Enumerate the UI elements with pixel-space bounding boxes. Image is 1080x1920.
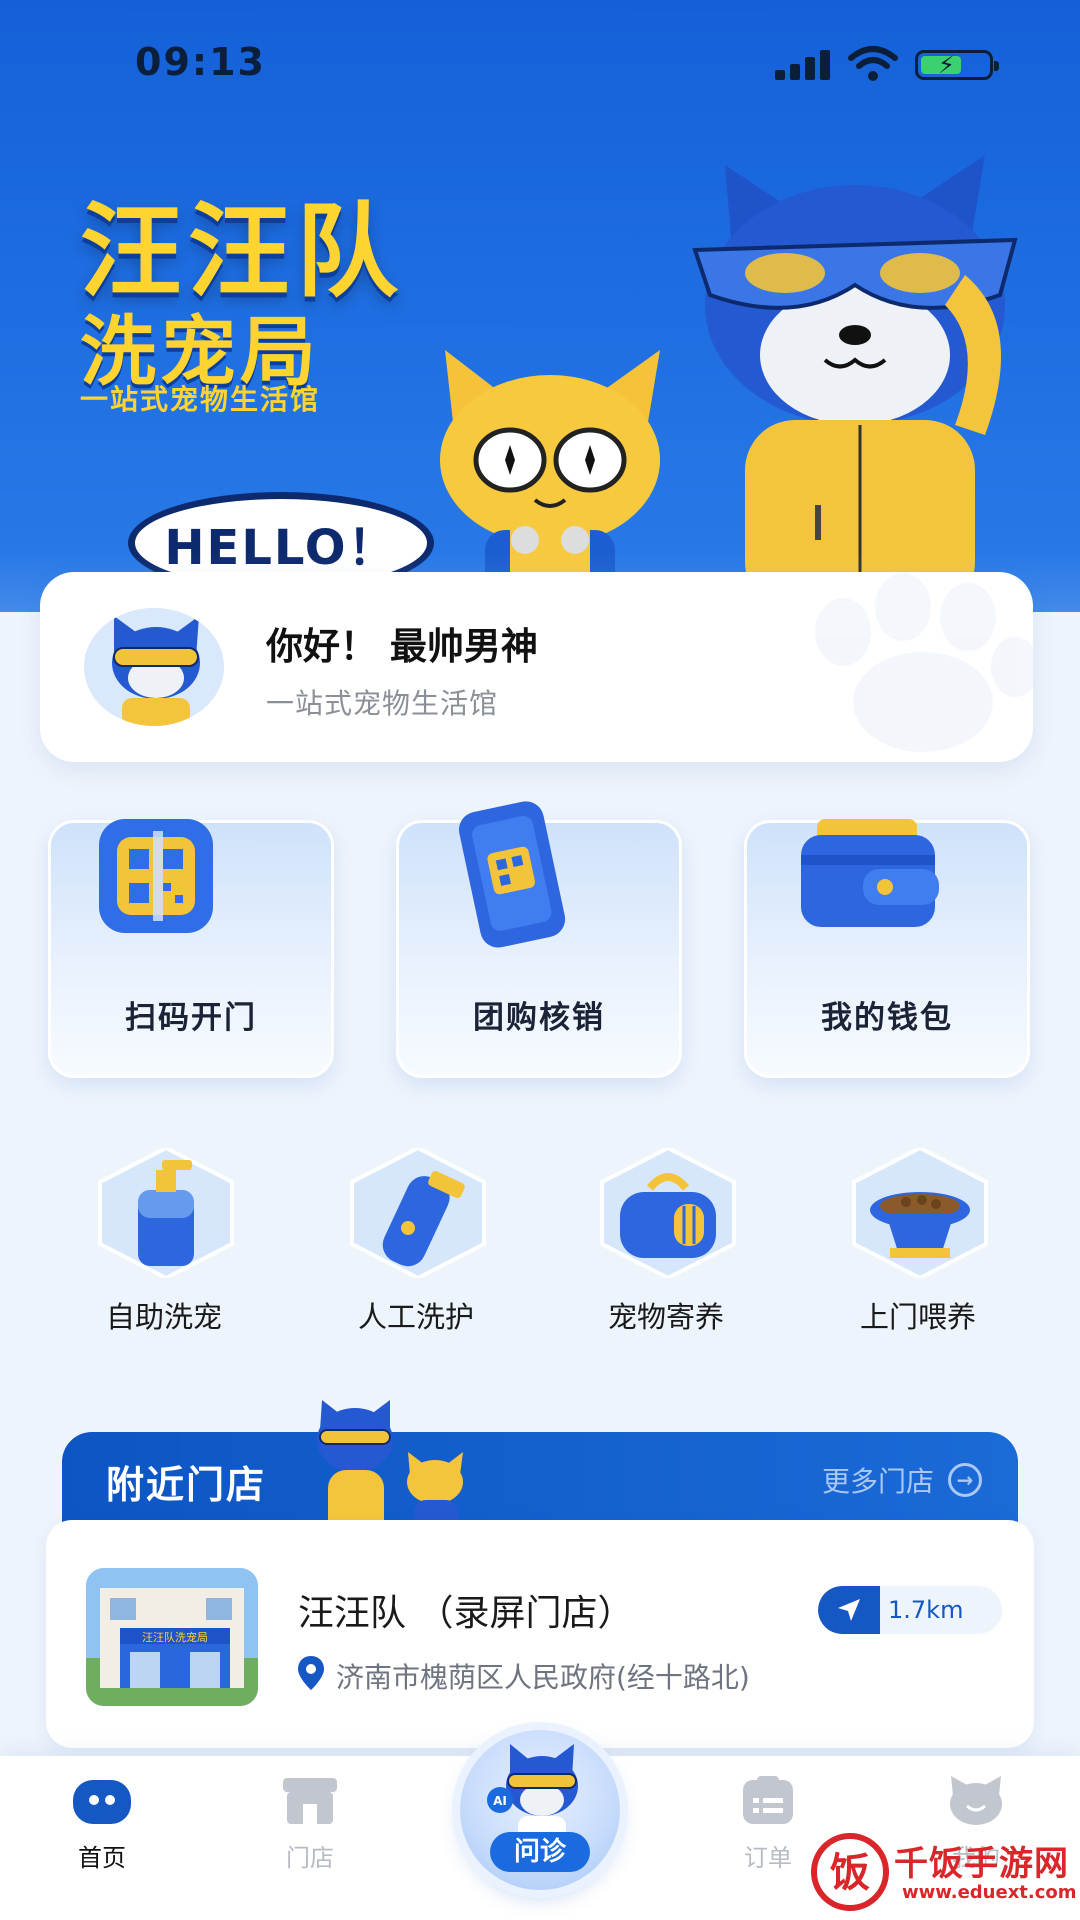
- manual-grooming-label: 人工洗护: [357, 1300, 474, 1334]
- tab-store-label: 门店: [286, 1844, 334, 1872]
- wifi-icon: [848, 46, 898, 81]
- greeting-subtitle: 一站式宠物生活馆: [266, 687, 499, 720]
- status-bar: 09:13 ⚡: [0, 0, 1080, 130]
- tab-home[interactable]: 首页: [42, 1776, 162, 1896]
- order-icon: [743, 1776, 793, 1824]
- storefront-sign: 汪汪队洗宠局: [142, 1630, 208, 1644]
- storefront-photo: 汪汪队洗宠局: [86, 1568, 258, 1706]
- home-icon: [73, 1780, 131, 1824]
- group-buy-redeem-label: 团购核销: [473, 1000, 605, 1036]
- avatar[interactable]: [84, 608, 224, 726]
- home-feeding-label: 上门喂养: [859, 1300, 976, 1334]
- watermark-title: 千饭手游网: [894, 1844, 1069, 1884]
- cellular-signal-icon: [775, 48, 831, 80]
- more-stores-label: 更多门店: [821, 1465, 934, 1498]
- location-pin-icon: [298, 1656, 324, 1690]
- nearby-stores-header: 附近门店 更多门店 →: [62, 1432, 1018, 1528]
- watermark-logo-char: 饭: [830, 1850, 870, 1896]
- status-time: 09:13: [135, 40, 266, 84]
- scan-open-door-card[interactable]: 扫码开门: [48, 819, 334, 1078]
- cat-mascot-illustration: [440, 350, 660, 612]
- nearby-stores-title: 附近门店: [106, 1463, 267, 1507]
- watermark-logo-icon: 饭: [811, 1833, 889, 1911]
- pet-carrier-icon: [600, 1148, 736, 1278]
- distance-badge[interactable]: 1.7km: [818, 1586, 1002, 1634]
- tab-ai-consult[interactable]: AI 问诊: [460, 1730, 620, 1890]
- watermark-url: www.eduext.com: [902, 1882, 1077, 1903]
- store-address: 济南市槐荫区人民政府(经十路北): [336, 1661, 750, 1694]
- home-feeding-service[interactable]: 上门喂养: [808, 1148, 988, 1338]
- store-distance: 1.7km: [888, 1596, 964, 1624]
- greeting-card[interactable]: 你好！ 最帅男神 一站式宠物生活馆: [40, 572, 1033, 762]
- phone-qr-icon: [459, 801, 566, 948]
- group-buy-redeem-card[interactable]: 团购核销: [396, 801, 682, 1078]
- battery-icon: ⚡: [915, 50, 999, 80]
- food-bowl-icon: [852, 1148, 988, 1278]
- wallet-icon: [801, 819, 939, 927]
- more-stores-link[interactable]: 更多门店 →: [822, 1460, 982, 1500]
- arrow-right-circle-icon: →: [948, 1463, 982, 1497]
- tab-ai-consult-label: 问诊: [490, 1832, 590, 1872]
- clipper-icon: [350, 1148, 486, 1278]
- dog-mascot-illustration: [692, 155, 1018, 612]
- profile-icon: [950, 1776, 1002, 1825]
- self-wash-service[interactable]: 自助洗宠: [54, 1148, 234, 1338]
- shampoo-bottle-icon: [98, 1148, 234, 1278]
- my-wallet-label: 我的钱包: [821, 1000, 953, 1036]
- ai-badge: AI: [493, 1794, 507, 1808]
- navigation-arrow-icon: [818, 1586, 880, 1634]
- manual-grooming-service[interactable]: 人工洗护: [306, 1148, 486, 1338]
- greeting-title: 你好！ 最帅男神: [266, 625, 538, 668]
- store-card[interactable]: 汪汪队洗宠局 汪汪队 （录屏门店） 济南市槐荫区人民政府(经十路北) 1.7km: [46, 1520, 1034, 1748]
- paw-print-decoration: [815, 573, 1033, 752]
- hero-banner: 汪汪队 洗宠局 一站式宠物生活馆 HELLO！ 09:13 ⚡: [0, 0, 1080, 612]
- tab-store[interactable]: 门店: [250, 1776, 370, 1896]
- pet-boarding-service[interactable]: 宠物寄养: [556, 1148, 736, 1338]
- pet-boarding-label: 宠物寄养: [607, 1300, 724, 1334]
- my-wallet-card[interactable]: 我的钱包: [744, 819, 1030, 1078]
- site-watermark: 饭 千饭手游网 www.eduext.com: [810, 1832, 1077, 1914]
- tab-home-label: 首页: [78, 1844, 126, 1872]
- store-icon: [283, 1778, 337, 1824]
- scan-open-door-label: 扫码开门: [125, 1000, 257, 1036]
- brand-tagline: 一站式宠物生活馆: [80, 383, 321, 416]
- qr-scan-icon: [99, 819, 213, 933]
- self-wash-label: 自助洗宠: [105, 1300, 222, 1334]
- store-name: 汪汪队 （录屏门店）: [298, 1593, 634, 1634]
